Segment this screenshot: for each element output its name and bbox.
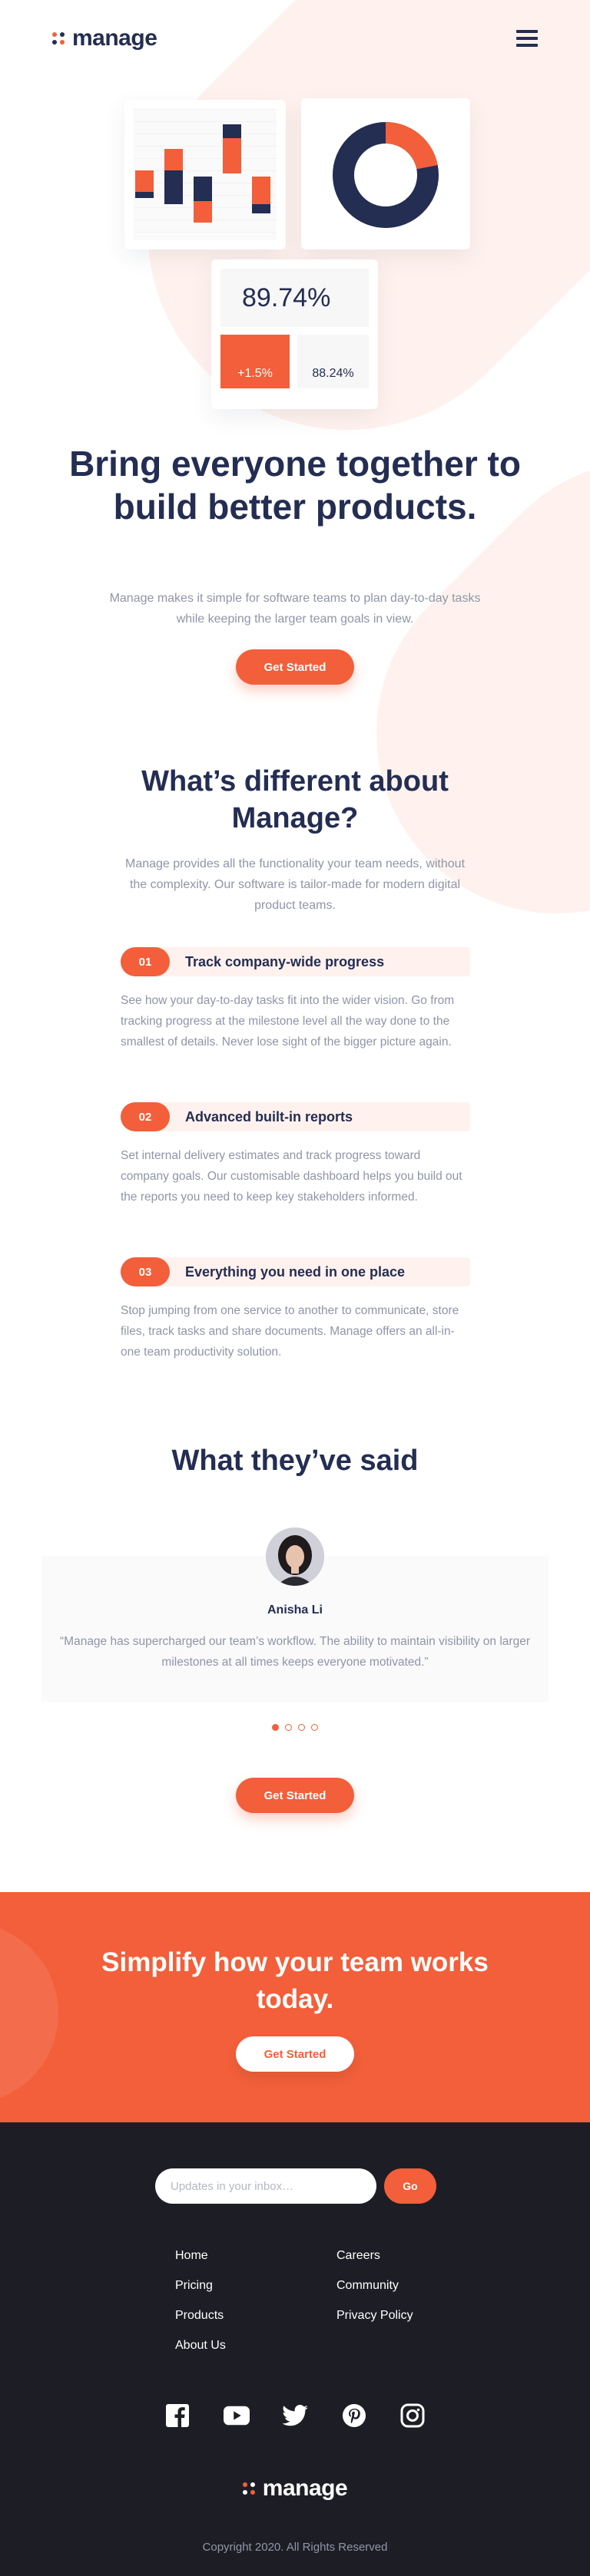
carousel-dot[interactable] bbox=[285, 1724, 292, 1731]
feature-item: 02 Advanced built-in reports Set interna… bbox=[121, 1102, 470, 1207]
different-title: What’s different about Manage? bbox=[141, 765, 449, 834]
logo[interactable]: manage bbox=[52, 25, 157, 51]
twitter-icon[interactable] bbox=[282, 2403, 308, 2429]
donut-chart-card bbox=[301, 98, 470, 249]
feature-header: 01 Track company-wide progress bbox=[121, 947, 470, 976]
feature-title: Track company-wide progress bbox=[185, 953, 385, 969]
donut-chart-graphic bbox=[333, 122, 439, 228]
footer-link-privacy[interactable]: Privacy Policy bbox=[336, 2309, 498, 2323]
footer-logo[interactable]: manage bbox=[0, 2475, 590, 2502]
testimonials-title: What they’ve said bbox=[171, 1445, 419, 1477]
carousel-dot[interactable] bbox=[298, 1724, 305, 1731]
page: manage 89.74% +1.5% 88.24% Bring everyon… bbox=[0, 0, 590, 2576]
hamburger-icon[interactable] bbox=[516, 30, 538, 47]
background-shape-top bbox=[65, 0, 590, 513]
footer-link-home[interactable]: Home bbox=[175, 2249, 336, 2263]
header: manage bbox=[52, 23, 538, 54]
footer: Go Home Pricing Products About Us Career… bbox=[0, 2122, 590, 2576]
feature-text: See how your day-to-day tasks fit into t… bbox=[121, 994, 455, 1049]
cta-title: Simplify how your team works today. bbox=[101, 1947, 489, 2014]
footer-links-column-1: Home Pricing Products About Us bbox=[175, 2249, 336, 2353]
feature-title: Advanced built-in reports bbox=[185, 1108, 353, 1125]
testimonial-name: Anisha Li bbox=[267, 1603, 323, 1617]
feature-number: 02 bbox=[121, 1102, 170, 1131]
footer-links-column-2: Careers Community Privacy Policy bbox=[336, 2249, 498, 2353]
carousel-dots bbox=[0, 1724, 590, 1731]
footer-link-products[interactable]: Products bbox=[175, 2309, 336, 2323]
hero-title: Bring everyone together to build better … bbox=[69, 444, 521, 527]
feature-header: 02 Advanced built-in reports bbox=[121, 1102, 470, 1131]
hero-subtitle: Manage makes it simple for software team… bbox=[109, 592, 481, 626]
different-subtitle: Manage provides all the functionality yo… bbox=[124, 857, 466, 912]
newsletter-form: Go bbox=[155, 2168, 436, 2204]
copyright-text: Copyright 2020. All Rights Reserved bbox=[202, 2541, 388, 2554]
cta-decoration bbox=[0, 1923, 58, 2104]
feature-item: 03 Everything you need in one place Stop… bbox=[121, 1257, 470, 1362]
footer-link-pricing[interactable]: Pricing bbox=[175, 2279, 336, 2293]
stat-secondary-value: 88.24% bbox=[297, 335, 369, 388]
feature-item: 01 Track company-wide progress See how y… bbox=[121, 947, 470, 1052]
carousel-dot[interactable] bbox=[272, 1724, 279, 1731]
cta-get-started-button[interactable]: Get Started bbox=[236, 2036, 354, 2072]
logo-mark-icon bbox=[52, 32, 65, 45]
avatar-portrait-icon bbox=[266, 1527, 324, 1586]
footer-link-community[interactable]: Community bbox=[336, 2279, 498, 2293]
instagram-icon[interactable] bbox=[399, 2403, 426, 2429]
footer-link-about[interactable]: About Us bbox=[175, 2339, 336, 2353]
hero-get-started-button[interactable]: Get Started bbox=[236, 649, 354, 685]
social-links bbox=[164, 2403, 426, 2429]
newsletter-go-button[interactable]: Go bbox=[384, 2168, 436, 2204]
testimonials-get-started-button[interactable]: Get Started bbox=[236, 1778, 354, 1813]
stat-main-value: 89.74% bbox=[220, 269, 369, 327]
logo-mark-icon bbox=[242, 2482, 255, 2495]
testimonial-avatar bbox=[266, 1527, 324, 1586]
feature-title: Everything you need in one place bbox=[185, 1263, 406, 1280]
stat-row: +1.5% 88.24% bbox=[220, 335, 369, 388]
stats-card: 89.74% +1.5% 88.24% bbox=[211, 259, 378, 409]
testimonial-quote: “Manage has supercharged our team’s work… bbox=[60, 1635, 530, 1669]
footer-logo-text: manage bbox=[262, 2475, 348, 2501]
feature-number: 03 bbox=[121, 1257, 170, 1286]
carousel-dot[interactable] bbox=[311, 1724, 318, 1731]
newsletter-input[interactable] bbox=[155, 2168, 376, 2204]
feature-text: Stop jumping from one service to another… bbox=[121, 1304, 459, 1359]
feature-header: 03 Everything you need in one place bbox=[121, 1257, 470, 1286]
bar-chart-graphic bbox=[135, 124, 270, 223]
pinterest-icon[interactable] bbox=[341, 2403, 367, 2429]
bar-chart-card bbox=[124, 100, 286, 249]
feature-number: 01 bbox=[121, 947, 170, 976]
logo-text: manage bbox=[72, 25, 157, 51]
stat-increase-value: +1.5% bbox=[220, 335, 290, 388]
feature-text: Set internal delivery estimates and trac… bbox=[121, 1149, 462, 1204]
footer-links: Home Pricing Products About Us Careers C… bbox=[175, 2249, 498, 2353]
facebook-icon[interactable] bbox=[164, 2403, 191, 2429]
footer-link-careers[interactable]: Careers bbox=[336, 2249, 498, 2263]
cta-section: Simplify how your team works today. Get … bbox=[0, 1892, 590, 2122]
youtube-icon[interactable] bbox=[223, 2403, 250, 2429]
